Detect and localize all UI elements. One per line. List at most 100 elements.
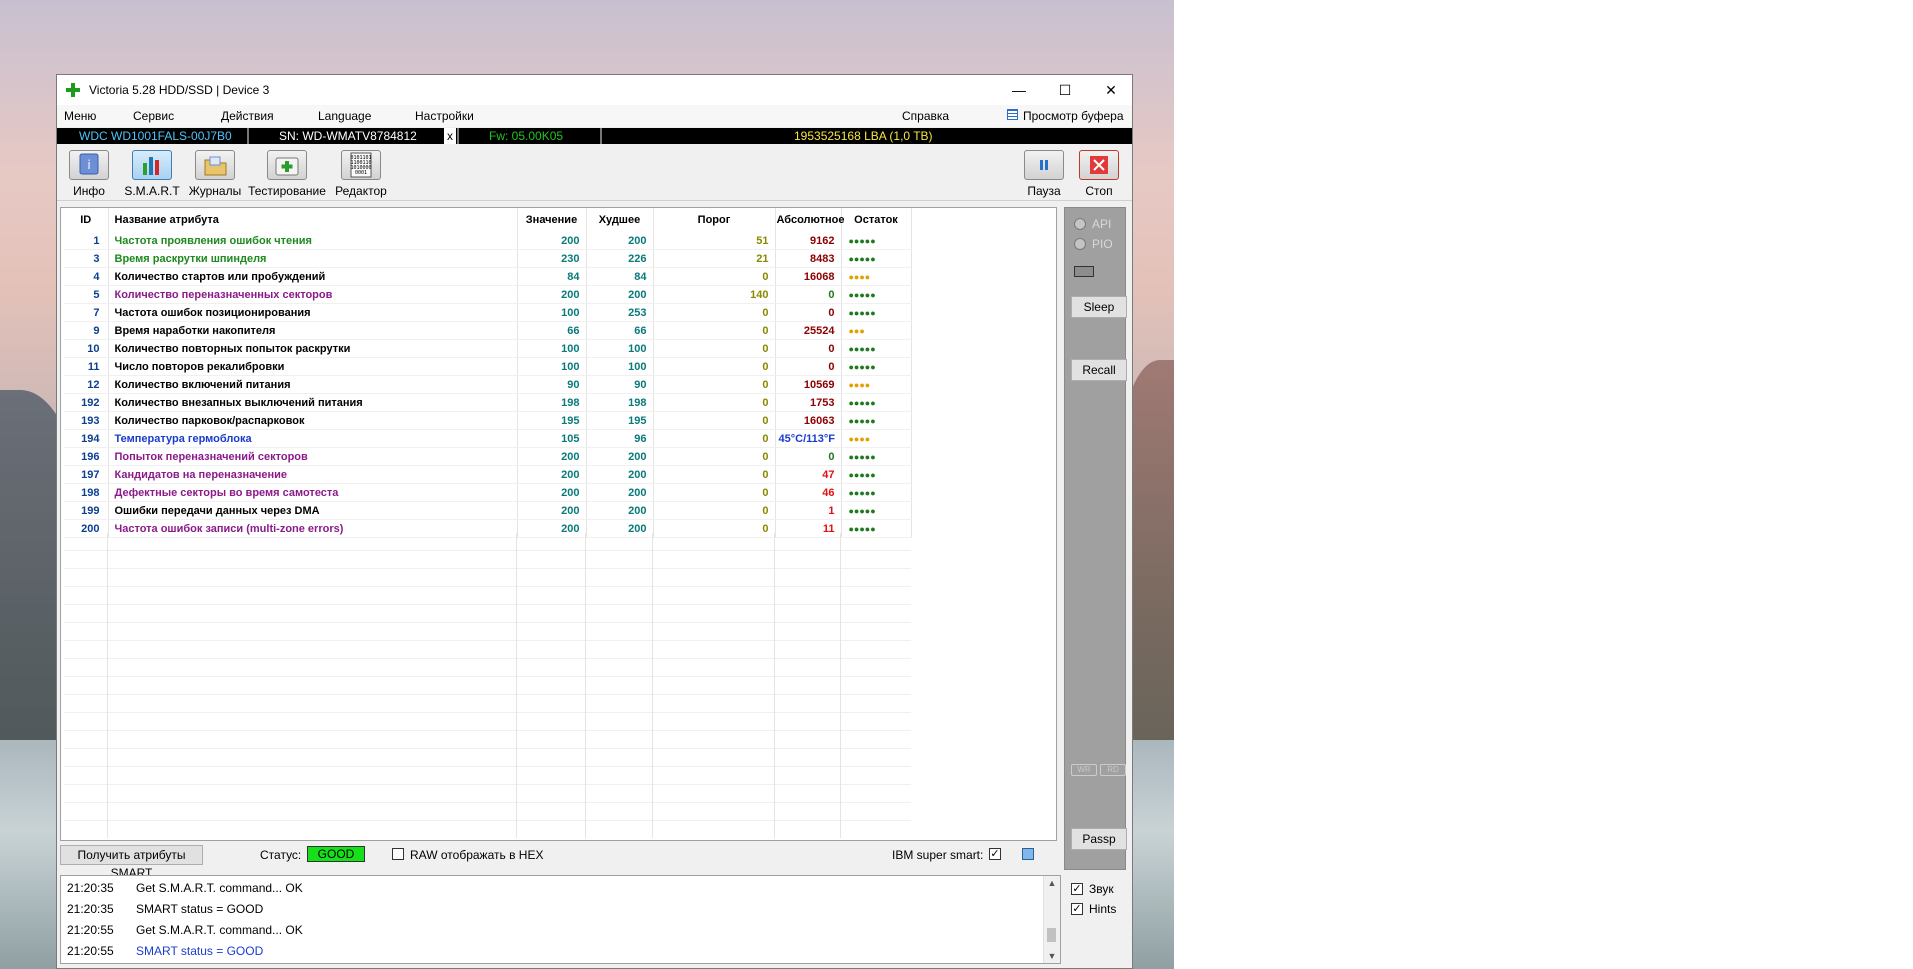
separator [600, 128, 602, 144]
passp-button[interactable]: Passp [1071, 828, 1127, 850]
minimize-button[interactable]: — [996, 75, 1042, 105]
title-bar[interactable]: Victoria 5.28 HDD/SSD | Device 3 — ☐ ✕ [57, 75, 1132, 105]
api-radio[interactable] [1074, 218, 1086, 230]
table-row[interactable]: 192 Количество внезапных выключений питан… [64, 393, 912, 412]
drive-serial: SN: WD-WMATV8784812 [279, 129, 417, 143]
attr-value: 66 [517, 321, 587, 340]
table-row[interactable]: 199 Ошибки передачи данных через DMA 200 20… [64, 501, 912, 520]
pause-icon [1024, 150, 1064, 180]
options-panel: ✓ Звук ✓ Hints [1064, 875, 1126, 964]
maximize-button[interactable]: ☐ [1042, 75, 1088, 105]
close-button[interactable]: ✕ [1088, 75, 1134, 105]
logs-button[interactable]: Журналы [184, 150, 246, 200]
menu-item-help[interactable]: Справка [902, 109, 949, 123]
table-row[interactable]: 198 Дефектные секторы во время самотеста 2… [64, 483, 912, 502]
attr-id: 3 [64, 249, 109, 268]
table-row[interactable]: 9 Время наработки накопителя 66 66 0 25524 ●●● [64, 321, 912, 340]
table-row[interactable]: 196 Попыток переназначений секторов 200 200… [64, 447, 912, 466]
menu-item-actions[interactable]: Действия [221, 109, 274, 123]
attr-name: Количество переназначенных секторов [108, 285, 518, 304]
attr-id: 5 [64, 285, 109, 304]
menu-item-settings[interactable]: Настройки [415, 109, 474, 123]
testing-button[interactable]: Тестирование [247, 150, 327, 200]
log-scrollbar[interactable]: ▲ ▼ [1043, 876, 1060, 963]
attr-health-dots: ●●●● [841, 375, 912, 394]
attr-value: 200 [517, 501, 587, 520]
scroll-thumb[interactable] [1047, 928, 1056, 942]
info-button[interactable]: i Инфо [58, 150, 120, 200]
column-header-worst[interactable]: Худшее [586, 208, 654, 232]
table-row[interactable]: 7 Частота ошибок позиционирования 100 253 0 0… [64, 303, 912, 322]
right-control-panel: API PIO Sleep Recall WR RD Passp [1064, 207, 1127, 870]
folder-icon [195, 150, 235, 180]
attr-id: 4 [64, 267, 109, 286]
attr-id: 7 [64, 303, 109, 322]
table-row[interactable]: 10 Количество повторных попыток раскрутки… [64, 339, 912, 358]
drive-model[interactable]: WDC WD1001FALS-00J7B0 [79, 128, 232, 144]
column-header-id[interactable]: ID [64, 208, 109, 232]
column-header-raw[interactable]: Абсолютное [775, 208, 845, 232]
attr-value: 200 [517, 465, 587, 484]
column-header-threshold[interactable]: Порог [653, 208, 776, 232]
scroll-up-icon[interactable]: ▲ [1044, 878, 1060, 888]
attr-id: 9 [64, 321, 109, 340]
attr-id: 199 [64, 501, 109, 520]
table-row[interactable]: 12 Количество включений питания 90 90 0 10569… [64, 375, 912, 394]
column-header-health[interactable]: Остаток [841, 208, 912, 232]
attr-worst: 100 [586, 339, 654, 358]
table-row[interactable]: 4 Количество стартов или пробуждений 84 84 0… [64, 267, 912, 286]
table-row[interactable]: 1 Частота проявления ошибок чтения 200 200 5… [64, 232, 912, 250]
attr-threshold: 0 [653, 465, 776, 484]
attr-id: 198 [64, 483, 109, 502]
table-row[interactable]: 5 Количество переназначенных секторов 200 2… [64, 285, 912, 304]
attr-threshold: 0 [653, 375, 776, 394]
table-row[interactable]: 197 Кандидатов на переназначение 200 200 0 47… [64, 465, 912, 484]
attr-threshold: 0 [653, 321, 776, 340]
table-row[interactable]: 194 Температура гермоблока 105 96 0 45°C/113°… [64, 429, 912, 448]
pio-radio[interactable] [1074, 238, 1086, 250]
close-drive-button[interactable]: x [444, 128, 456, 144]
scroll-down-icon[interactable]: ▼ [1044, 951, 1060, 961]
column-header-name[interactable]: Название атрибута [108, 208, 518, 232]
table-row[interactable]: 193 Количество парковок/распарковок 195 195… [64, 411, 912, 430]
menu-item-language[interactable]: Language [318, 109, 371, 123]
attr-threshold: 0 [653, 357, 776, 376]
attr-health-dots: ●●●●● [841, 393, 912, 412]
sound-checkbox[interactable]: ✓ [1071, 883, 1083, 895]
hints-checkbox[interactable]: ✓ [1071, 903, 1083, 915]
attr-raw: 8483 [775, 249, 842, 268]
attr-name: Время раскрутки шпинделя [108, 249, 518, 268]
smart-button[interactable]: S.M.A.R.T [121, 150, 183, 200]
api-label: API [1092, 217, 1112, 231]
attr-worst: 200 [586, 447, 654, 466]
smart-attributes-panel: ID Название атрибута Значение Худшее Пор… [60, 207, 1057, 841]
attr-threshold: 0 [653, 483, 776, 502]
attr-worst: 200 [586, 285, 654, 304]
get-smart-attributes-button[interactable]: Получить атрибуты SMART [60, 845, 203, 880]
menu-item-menu[interactable]: Меню [64, 109, 96, 123]
attr-name: Количество парковок/распарковок [108, 411, 518, 430]
attr-worst: 195 [586, 411, 654, 430]
attr-name: Время наработки накопителя [108, 321, 518, 340]
menu-item-service[interactable]: Сервис [133, 109, 174, 123]
sleep-button[interactable]: Sleep [1071, 296, 1127, 318]
table-row[interactable]: 3 Время раскрутки шпинделя 230 226 21 8483 ●●●… [64, 249, 912, 268]
attr-worst: 200 [586, 465, 654, 484]
buffer-view-link[interactable]: Просмотр буфера [1023, 109, 1124, 123]
attr-threshold: 0 [653, 267, 776, 286]
table-row[interactable]: 11 Число повторов рекалибровки 100 100 0 0 ●●●… [64, 357, 912, 376]
attr-health-dots: ●●●● [841, 267, 912, 286]
raw-hex-label: RAW отображать в HEX [410, 848, 544, 862]
ibm-super-smart-checkbox[interactable]: ✓ [989, 848, 1001, 860]
smart-button-label: S.M.A.R.T [124, 184, 180, 198]
column-header-value[interactable]: Значение [517, 208, 587, 232]
editor-button[interactable]: 0101101 1100110 1010000 0001 Редактор [330, 150, 392, 200]
pause-button[interactable]: Пауза [1013, 150, 1075, 200]
svg-text:0001: 0001 [355, 170, 367, 176]
attr-name: Кандидатов на переназначение [108, 465, 518, 484]
raw-hex-checkbox[interactable] [392, 848, 404, 860]
color-indicator-icon[interactable] [1022, 848, 1034, 860]
stop-button[interactable]: Стоп [1068, 150, 1130, 200]
attr-value: 200 [517, 285, 587, 304]
recall-button[interactable]: Recall [1071, 359, 1127, 381]
